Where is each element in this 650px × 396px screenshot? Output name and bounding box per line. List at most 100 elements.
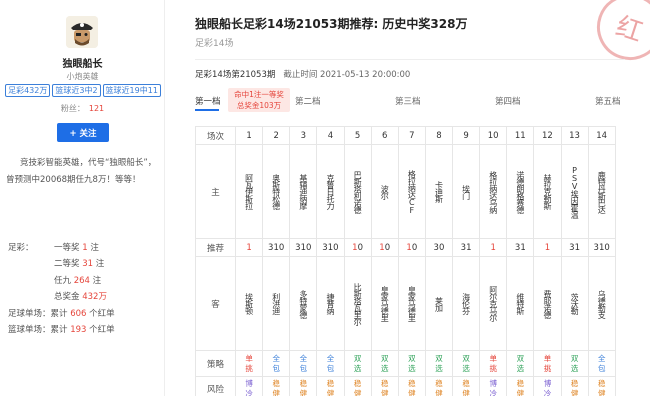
divider [195,59,625,60]
strategy-tag: 双 [570,354,579,363]
tab-tier-2[interactable]: 第二档 [295,95,321,107]
pick-cell: 31 [506,238,535,257]
strategy-tag: 包 [272,363,280,373]
risk-cell: 博冷 [234,376,264,396]
stat-second-prize: 二等奖 31 注 [54,259,105,270]
match-number: 4 [316,126,345,145]
home-team[interactable]: 埃门 [451,144,481,239]
home-team[interactable]: PSV埃因霍温 [560,144,589,239]
away-team-name: 莱加 [434,296,444,311]
away-team-name: 埃斯顿 [244,293,254,314]
home-team-name: 赫拉克勒斯 [542,174,552,209]
away-team[interactable]: 莱加 [424,256,454,351]
home-team[interactable]: 基辅迪纳摩 [289,144,318,239]
strategy-tag: 单 [543,354,552,363]
match-number: 9 [451,126,481,145]
row-label-risk: 风险 [195,376,236,396]
away-team[interactable]: 皇家马德里 [370,256,399,351]
badge-basketball-3[interactable]: 篮球近3中2 [52,84,101,97]
away-team[interactable]: 维特斯 [506,256,535,351]
match-number: 12 [533,126,562,145]
risk-tag: 稳 [516,379,525,388]
pick-value: 1 [490,242,496,253]
fans-number: 121 [88,104,105,113]
strategy-tag: 选 [380,363,389,373]
pick-value: 0 [357,242,363,253]
home-team[interactable]: 赫拉克勒斯 [533,144,562,239]
pick-value: 1 [246,242,252,253]
strategy-tag: 选 [435,363,443,373]
home-team[interactable]: 奥斯特松德 [262,144,291,239]
away-team-name: 海伦芬 [461,293,471,314]
away-team[interactable]: 阿尔克马尔 [479,256,508,351]
home-team-name: 基辅迪纳摩 [298,174,308,209]
match-number: 7 [397,126,426,145]
badge-basketball-19[interactable]: 篮球近19中11 [102,84,161,97]
away-team[interactable]: 利洪迪 [262,256,291,351]
strategy-cell: 双选 [560,350,589,377]
risk-tag: 稳 [272,379,280,388]
avatar[interactable] [66,16,98,48]
stats-block: 足彩： 一等奖 1 注 二等奖 31 注 任九 264 注 总奖金 432万 足… [8,240,115,338]
away-team[interactable]: 茨沃勒 [560,256,589,351]
pick-value: 0 [604,242,610,253]
strategy-tag: 选 [516,363,525,373]
pick-value: 1 [520,242,526,253]
tab-tier-5[interactable]: 第五档 [595,95,621,107]
strategy-tag: 包 [299,363,308,373]
away-team[interactable]: 埃斯顿 [234,256,264,351]
follow-button[interactable]: + 关注 [57,123,109,142]
issue-info: 足彩14场第21053期 截止时间 2021-05-13 20:00:00 [195,68,410,80]
strategy-tag: 挑 [543,363,552,373]
pick-cell: 310 [316,238,345,257]
away-team[interactable]: 多特蒙德 [289,256,318,351]
home-team[interactable]: 巴斯塔利诺德 [343,144,372,239]
home-team[interactable]: 鹿特丹斯巴达 [587,144,616,239]
risk-tag: 健 [516,388,525,396]
risk-tag: 健 [380,388,389,396]
home-team[interactable]: 格拉纳达乌纳 [479,144,508,239]
badge-football[interactable]: 足彩432万 [5,84,51,97]
risk-tag: 健 [570,388,579,396]
home-team[interactable]: 阿瓦伊斯拉 [234,144,264,239]
away-team[interactable]: 捷普纳 [316,256,345,351]
pick-value: 0 [384,242,391,253]
tab-tier-4[interactable]: 第四档 [495,95,521,107]
away-team-name: 捷普纳 [325,293,335,314]
risk-cell: 稳健 [289,376,318,396]
home-team-name: 埃门 [461,184,471,199]
strategy-tag: 包 [326,363,335,373]
match-number: 13 [560,126,589,145]
tab-tier-1[interactable]: 第一档 [195,95,221,107]
home-team-name: 阿瓦伊斯拉 [244,174,254,209]
away-team-name: 比斯塔瓦里尔 [353,282,363,325]
row-label-home: 主 [195,144,236,239]
home-team[interactable]: 诺德朗格赛德 [506,144,535,239]
risk-tag: 博 [543,379,552,388]
tab-tier-3[interactable]: 第三档 [395,95,421,107]
strategy-tag: 单 [245,354,253,363]
home-team-name: 巴斯塔利诺德 [353,170,363,213]
home-team[interactable]: 克鲁日托力 [316,144,345,239]
home-team[interactable]: 卡迪斯 [424,144,454,239]
pick-cell: 310 [587,238,616,257]
home-team[interactable]: 格拉纳达CF [397,144,426,239]
away-team[interactable]: 费耶诺德 [533,256,562,351]
away-team[interactable]: 乌德勒支 [587,256,616,351]
risk-cell: 稳健 [370,376,399,396]
strategy-cell: 双选 [343,350,372,377]
risk-tag: 稳 [408,379,416,388]
away-team[interactable]: 比斯塔瓦里尔 [343,256,372,351]
pick-cell: 10 [397,238,426,257]
away-team[interactable]: 皇家马德里 [397,256,426,351]
risk-cell: 稳健 [343,376,372,396]
strategy-cell: 双选 [424,350,454,377]
away-team[interactable]: 海伦芬 [451,256,481,351]
article-subtitle[interactable]: 足彩14场 [195,36,233,49]
home-team-name: 格拉纳达乌纳 [488,170,498,213]
pick-cell: 1 [533,238,562,257]
pirate-avatar-icon [66,16,98,48]
stat-total: 总奖金 432万 [54,292,107,303]
home-team[interactable]: 波尔 [370,144,399,239]
risk-tag: 博 [245,379,253,388]
